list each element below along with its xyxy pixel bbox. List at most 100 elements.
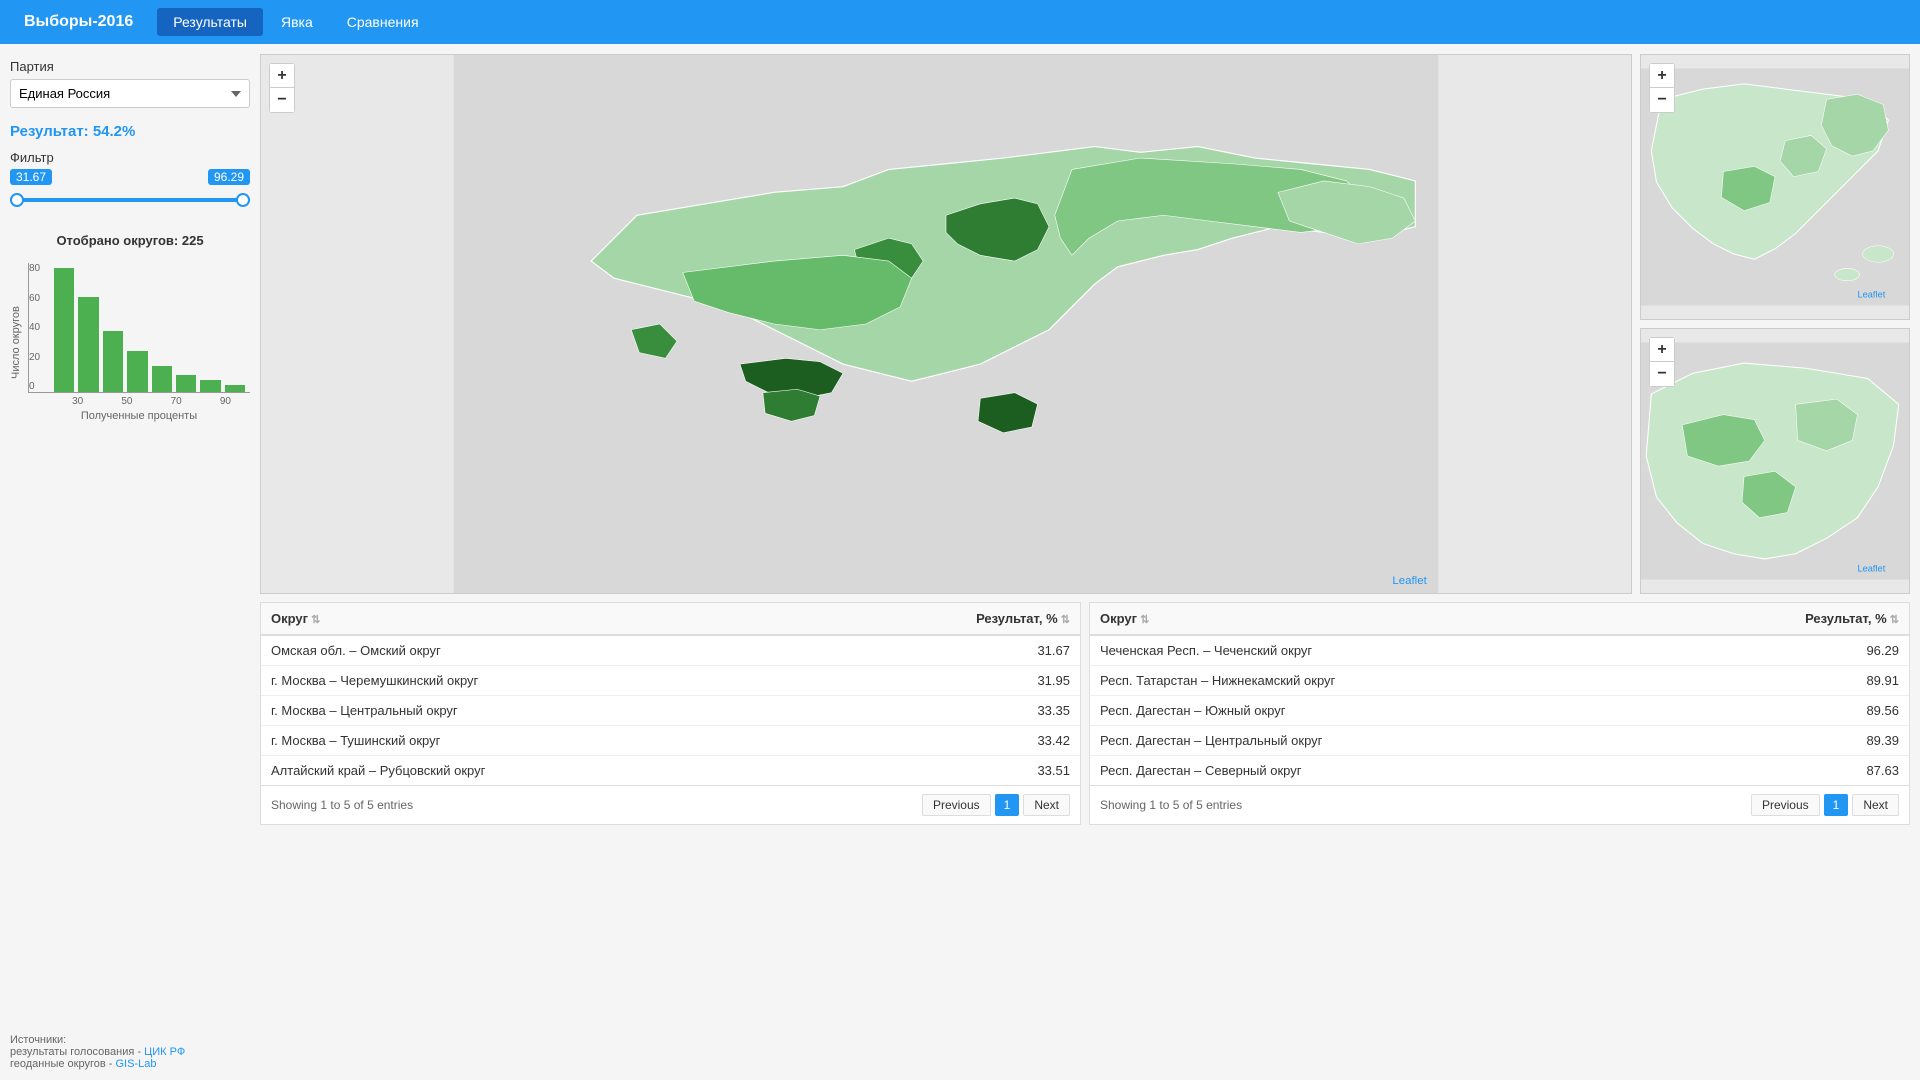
map-small-bottom-canvas: Leaflet [1641, 329, 1909, 593]
histogram-bar [200, 380, 220, 392]
histogram-bar [176, 375, 196, 393]
slider-thumb-right[interactable] [236, 193, 250, 207]
sources-gislab-link[interactable]: GIS-Lab [115, 1058, 156, 1070]
content-area: + − [260, 54, 1910, 1070]
histogram-bar [225, 385, 245, 392]
sources-cik-link[interactable]: ЦИК РФ [144, 1046, 185, 1058]
header: Выборы-2016 Результаты Явка Сравнения [0, 0, 1920, 44]
district-cell: г. Москва – Центральный округ [261, 696, 812, 726]
histogram-bar [152, 366, 172, 392]
result-cell: 89.39 [1656, 726, 1909, 756]
result-cell: 96.29 [1656, 635, 1909, 666]
histogram-bar [103, 331, 123, 392]
left-page-1[interactable]: 1 [995, 794, 1020, 816]
main-map-controls: + − [269, 63, 295, 113]
left-showing: Showing 1 to 5 of 5 entries [271, 798, 413, 812]
side-maps: + − Leaflet [1640, 54, 1910, 594]
left-prev-btn[interactable]: Previous [922, 794, 991, 816]
nav-results[interactable]: Результаты [157, 8, 263, 36]
table-row: Респ. Татарстан – Нижнекамский округ89.9… [1090, 666, 1909, 696]
slider-thumb-left[interactable] [10, 193, 24, 207]
party-select[interactable]: Единая Россия [10, 79, 250, 108]
main-layout: Партия Единая Россия Результат: 54.2% Фи… [0, 44, 1920, 1080]
sources-label: Источники: [10, 1034, 250, 1046]
right-prev-btn[interactable]: Previous [1751, 794, 1820, 816]
result-cell: 31.67 [812, 635, 1080, 666]
table-row: Чеченская Респ. – Чеченский округ96.29 [1090, 635, 1909, 666]
main-map-zoom-in[interactable]: + [270, 64, 294, 88]
sources-geo-text: геоданные округов - [10, 1058, 112, 1070]
hist-ylabel: Число округов [10, 263, 24, 422]
district-cell: Респ. Дагестан – Северный округ [1090, 756, 1656, 786]
range-slider[interactable] [10, 190, 250, 210]
right-table-header: Округ Результат, % [1090, 603, 1909, 635]
right-next-btn[interactable]: Next [1852, 794, 1899, 816]
result-cell: 89.56 [1656, 696, 1909, 726]
district-cell: Алтайский край – Рубцовский округ [261, 756, 812, 786]
map-small-bottom-controls: + − [1649, 337, 1675, 387]
right-table-panel: Округ Результат, % Чеченская Респ. – Чеч… [1089, 602, 1910, 825]
main-map-zoom-out[interactable]: − [270, 88, 294, 112]
right-col-result[interactable]: Результат, % [1656, 603, 1909, 635]
district-cell: Чеченская Респ. – Чеченский округ [1090, 635, 1656, 666]
svg-text:Leaflet: Leaflet [1857, 289, 1885, 299]
map-top-zoom-in[interactable]: + [1650, 64, 1674, 88]
left-next-btn[interactable]: Next [1023, 794, 1070, 816]
filter-range: 31.67 96.29 [10, 169, 250, 185]
histogram-bar [78, 297, 98, 392]
table-row: г. Москва – Тушинский округ33.42 [261, 726, 1080, 756]
hist-xlabel: Полученные проценты [28, 410, 250, 422]
sidebar: Партия Единая Россия Результат: 54.2% Фи… [10, 54, 250, 1070]
selected-count-label: Отобрано округов: 225 [10, 233, 250, 248]
main-map[interactable]: + − [260, 54, 1632, 594]
left-table: Округ Результат, % Омская обл. – Омский … [261, 603, 1080, 785]
district-cell: Респ. Татарстан – Нижнекамский округ [1090, 666, 1656, 696]
main-nav: Результаты Явка Сравнения [157, 8, 434, 36]
right-table: Округ Результат, % Чеченская Респ. – Чеч… [1090, 603, 1909, 785]
hist-x-labels: 30 50 70 90 [28, 396, 250, 407]
district-cell: Омская обл. – Омский округ [261, 635, 812, 666]
nav-compare[interactable]: Сравнения [331, 8, 435, 36]
map-bottom-zoom-out[interactable]: − [1650, 362, 1674, 386]
filter-min: 31.67 [10, 169, 52, 185]
filter-max: 96.29 [208, 169, 250, 185]
map-small-top[interactable]: + − Leaflet [1640, 54, 1910, 320]
left-table-footer: Showing 1 to 5 of 5 entries Previous 1 N… [261, 785, 1080, 824]
histogram-bar [127, 351, 147, 392]
right-pagination: Previous 1 Next [1751, 794, 1899, 816]
right-col-district[interactable]: Округ [1090, 603, 1656, 635]
result-cell: 31.95 [812, 666, 1080, 696]
result-cell: 87.63 [1656, 756, 1909, 786]
table-row: Респ. Дагестан – Центральный округ89.39 [1090, 726, 1909, 756]
result-value: Результат: 54.2% [10, 123, 250, 140]
nav-turnout[interactable]: Явка [265, 8, 329, 36]
right-showing: Showing 1 to 5 of 5 entries [1100, 798, 1242, 812]
right-table-footer: Showing 1 to 5 of 5 entries Previous 1 N… [1090, 785, 1909, 824]
map-small-top-controls: + − [1649, 63, 1675, 113]
result-cell: 33.51 [812, 756, 1080, 786]
left-col-district[interactable]: Округ [261, 603, 812, 635]
sources: Источники: результаты голосования - ЦИК … [10, 1034, 250, 1070]
map-top-zoom-out[interactable]: − [1650, 88, 1674, 112]
hist-y-labels: 80 60 40 20 0 [29, 263, 40, 392]
left-col-result[interactable]: Результат, % [812, 603, 1080, 635]
table-row: Респ. Дагестан – Северный округ87.63 [1090, 756, 1909, 786]
district-cell: Респ. Дагестан – Центральный округ [1090, 726, 1656, 756]
map-bottom-zoom-in[interactable]: + [1650, 338, 1674, 362]
left-table-body: Омская обл. – Омский округ31.67г. Москва… [261, 635, 1080, 785]
slider-track [10, 198, 250, 202]
table-row: Омская обл. – Омский округ31.67 [261, 635, 1080, 666]
result-cell: 89.91 [1656, 666, 1909, 696]
result-display: Результат: 54.2% [10, 118, 250, 140]
histogram: Число округов 80 60 40 20 0 30 [10, 263, 250, 422]
filter-section: Фильтр 31.67 96.29 [10, 150, 250, 215]
table-row: Респ. Дагестан – Южный округ89.56 [1090, 696, 1909, 726]
map-small-bottom[interactable]: + − Leaflet [1640, 328, 1910, 594]
right-table-body: Чеченская Респ. – Чеченский округ96.29Ре… [1090, 635, 1909, 785]
party-label: Партия [10, 59, 250, 74]
filter-label: Фильтр [10, 150, 54, 165]
far-east-svg: Leaflet [1641, 55, 1909, 319]
histogram-bars: 80 60 40 20 0 [28, 263, 250, 393]
right-page-1[interactable]: 1 [1824, 794, 1849, 816]
left-pagination: Previous 1 Next [922, 794, 1070, 816]
